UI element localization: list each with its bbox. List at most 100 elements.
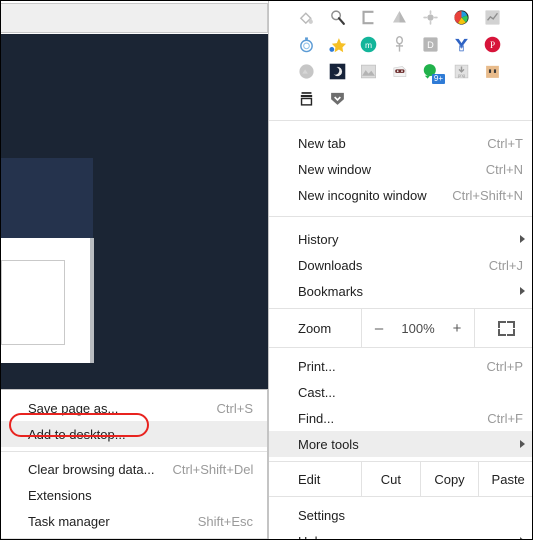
edit-row: Edit Cut Copy Paste [269,461,532,497]
image-thumbnail-icon[interactable] [353,58,384,85]
screenshot-root: Save page as... Ctrl+S Add to desktop...… [0,0,533,540]
pocket-shield-icon[interactable] [322,85,353,112]
svg-text:png: png [458,73,466,78]
magnifier-search-icon[interactable] [322,4,353,31]
blur-star-icon[interactable] [415,4,446,31]
zoom-level-value: 100% [401,320,435,336]
menu-group-tools: Print... Ctrl+P Cast... Find... Ctrl+F M… [269,348,532,461]
bandit-mask-icon[interactable] [384,58,415,85]
menu-item-accel: Ctrl+Shift+N [452,187,523,203]
menu-item-label: History [298,231,339,247]
paint-bucket-icon[interactable] [291,4,322,31]
page-card-box [1,260,65,345]
menu-item-history[interactable]: History [269,226,532,252]
page-side-panel [1,158,93,332]
paste-button[interactable]: Paste [478,462,532,496]
page-white-card [1,238,90,363]
menu-separator-1 [269,216,532,217]
dark-moon-icon[interactable] [322,58,353,85]
svg-text:P: P [490,40,495,50]
submenu-separator-2 [1,538,267,539]
menu-item-label: More tools [298,436,359,452]
chevron-right-icon [520,440,525,448]
mega-m-icon[interactable]: m [353,31,384,58]
more-tools-submenu[interactable]: Save page as... Ctrl+S Add to desktop...… [1,389,268,539]
submenu-item-label: Save page as... [28,400,119,416]
menu-item-settings[interactable]: Settings [269,502,532,528]
menu-item-accel: Ctrl+F [487,410,523,426]
menu-item-label: Bookmarks [298,283,364,299]
svg-text:m: m [365,40,372,50]
google-drive-icon[interactable] [384,4,415,31]
menu-item-label: Downloads [298,257,363,273]
menu-item-help[interactable]: Help [269,528,532,539]
menu-item-label: New window [298,161,371,177]
robot-face-icon[interactable] [477,58,508,85]
submenu-item-label: Add to desktop... [28,426,126,442]
chart-graph-icon[interactable] [477,4,508,31]
submenu-group-tools: Clear browsing data... Ctrl+Shift+Del Ex… [1,456,267,534]
submenu-item-add-to-desktop[interactable]: Add to desktop... [1,421,267,447]
submenu-item-save-page-as[interactable]: Save page as... Ctrl+S [1,395,267,421]
menu-item-bookmarks[interactable]: Bookmarks [269,278,532,304]
submenu-group-save: Save page as... Ctrl+S Add to desktop... [1,395,267,447]
zoom-row: Zoom – 100% + [269,308,532,348]
bracket-c-icon[interactable] [353,4,384,31]
extension-icon-grid: m D P 9+ png [269,1,532,116]
chevron-right-icon [520,235,525,243]
menu-item-new-tab[interactable]: New tab Ctrl+T [269,130,532,156]
submenu-item-accel: Shift+Esc [197,513,253,529]
menu-item-print[interactable]: Print... Ctrl+P [269,353,532,379]
chevron-right-icon [520,287,525,295]
submenu-item-task-manager[interactable]: Task manager Shift+Esc [1,508,267,534]
menu-item-find[interactable]: Find... Ctrl+F [269,405,532,431]
menu-item-label: Cast... [298,384,336,400]
submenu-item-accel: Ctrl+S [216,400,253,416]
green-blob-icon[interactable]: 9+ [415,58,446,85]
submenu-item-extensions[interactable]: Extensions [1,482,267,508]
color-wheel-icon[interactable] [446,4,477,31]
submenu-item-label: Task manager [28,513,110,529]
stopwatch-gauge-icon[interactable] [291,31,322,58]
submenu-item-label: Clear browsing data... [28,461,155,477]
gray-circle-icon[interactable] [291,58,322,85]
star-favorite-icon[interactable] [322,31,353,58]
notification-badge: 9+ [431,74,445,84]
browser-toolbar-strip [1,3,268,33]
menu-group-new: New tab Ctrl+T New window Ctrl+N New inc… [269,125,532,212]
png-download-icon[interactable]: png [446,58,477,85]
menu-group-browsing: History Downloads Ctrl+J Bookmarks [269,221,532,308]
submenu-separator-1 [1,451,267,452]
menu-item-more-tools[interactable]: More tools [269,431,532,457]
menu-item-label: Find... [298,410,335,426]
menu-item-new-incognito-window[interactable]: New incognito window Ctrl+Shift+N [269,182,532,208]
menu-item-new-window[interactable]: New window Ctrl+N [269,156,532,182]
menu-item-label: New tab [298,135,346,151]
menu-item-cast[interactable]: Cast... [269,379,532,405]
chrome-main-menu[interactable]: m D P 9+ png New tab Ctrl+T New window C… [268,1,532,539]
menu-item-accel: Ctrl+P [486,358,523,374]
ankh-key-icon[interactable] [384,31,415,58]
menu-item-label: Settings [298,507,345,523]
yandex-y-icon[interactable] [446,31,477,58]
svg-text:D: D [427,40,434,50]
cut-button[interactable]: Cut [361,462,420,496]
menu-separator-icons [269,120,532,121]
letter-d-icon[interactable]: D [415,31,446,58]
zoom-out-button[interactable]: – [373,320,385,337]
zoom-in-button[interactable]: + [451,320,463,337]
fullscreen-icon [497,320,515,336]
printer-archive-icon[interactable] [291,85,322,112]
fullscreen-button[interactable] [475,309,532,347]
pinterest-p-icon[interactable]: P [477,31,508,58]
menu-item-label: Print... [298,358,336,374]
submenu-item-clear-browsing-data[interactable]: Clear browsing data... Ctrl+Shift+Del [1,456,267,482]
menu-item-downloads[interactable]: Downloads Ctrl+J [269,252,532,278]
submenu-item-label: Extensions [28,487,92,503]
page-card-shadow [90,238,94,363]
menu-item-accel: Ctrl+N [485,161,523,177]
copy-button[interactable]: Copy [419,462,479,496]
menu-item-accel: Ctrl+T [487,135,523,151]
menu-item-accel: Ctrl+J [488,257,523,273]
edit-label: Edit [298,471,321,487]
